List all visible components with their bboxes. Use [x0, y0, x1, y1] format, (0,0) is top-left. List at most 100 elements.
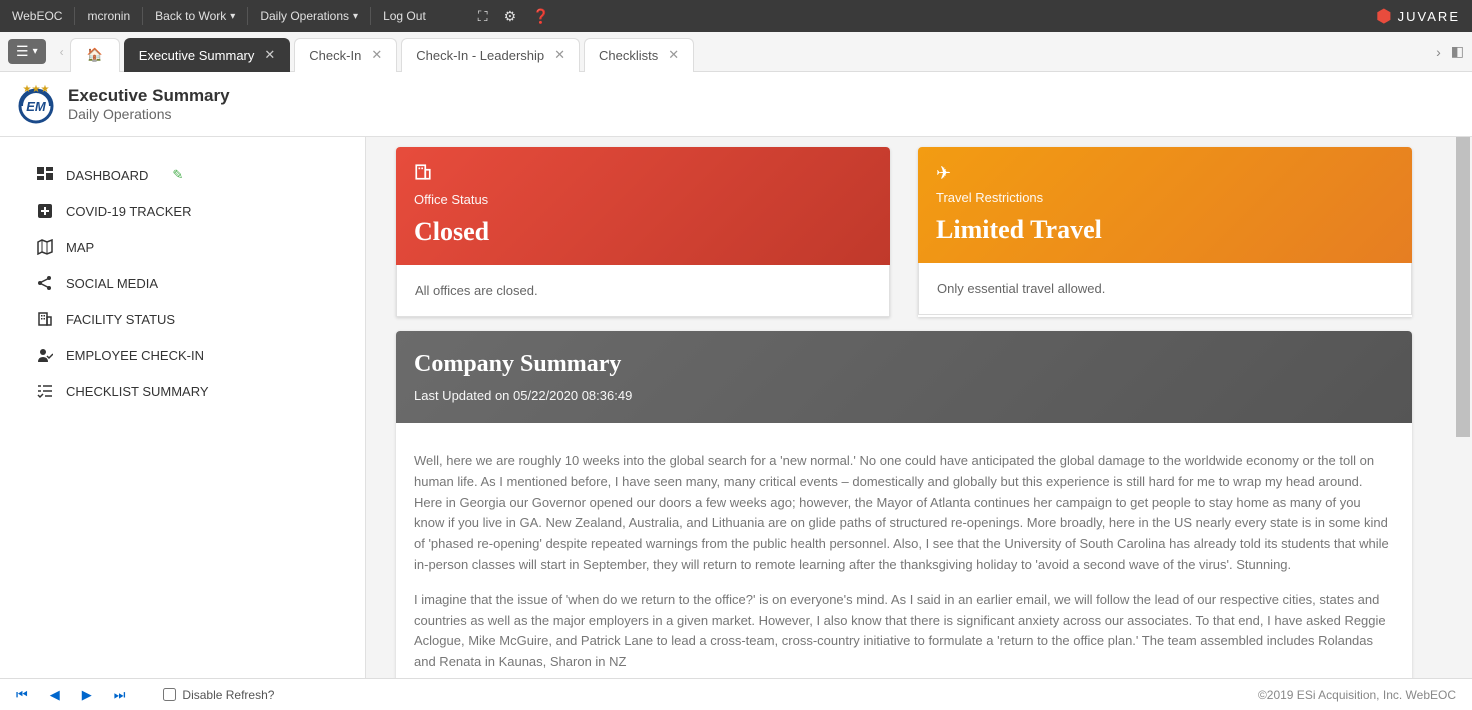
footer: ⏮ ◀ ▶ ⏭ Disable Refresh? ©2019 ESi Acqui…	[0, 678, 1472, 710]
nav-prev-icon[interactable]: ◀	[50, 687, 60, 703]
sidebar-item-map[interactable]: MAP	[36, 229, 365, 265]
topbar-logout[interactable]: Log Out	[371, 7, 438, 25]
tabbar: ☰ ▾ ‹ 🏠 Executive Summary ✕ Check-In ✕ C…	[0, 32, 1472, 72]
tab-label: Executive Summary	[139, 48, 255, 63]
sidebar-item-label: CHECKLIST SUMMARY	[66, 384, 209, 399]
gear-icon[interactable]: ⚙	[504, 8, 517, 25]
disable-refresh-toggle[interactable]: Disable Refresh?	[163, 688, 274, 702]
airplane-icon: ✈	[936, 163, 1394, 184]
topbar-backtowork-label: Back to Work	[155, 9, 226, 23]
edit-icon[interactable]: ✎	[172, 167, 183, 183]
page-title: Executive Summary	[68, 86, 230, 106]
tab-check-in-leadership[interactable]: Check-In - Leadership ✕	[401, 38, 580, 72]
company-summary-body: Well, here we are roughly 10 weeks into …	[396, 423, 1412, 679]
topbar-left: WebEOC mcronin Back to Work ▾ Daily Oper…	[12, 7, 550, 25]
menu-icon: ☰	[16, 43, 29, 60]
office-status-detail: All offices are closed.	[396, 265, 890, 317]
tab-label: Checklists	[599, 48, 658, 63]
scrollbar-thumb[interactable]	[1456, 137, 1470, 437]
tab-checklists[interactable]: Checklists ✕	[584, 38, 694, 72]
topbar-backtowork[interactable]: Back to Work ▾	[143, 7, 248, 25]
footer-copyright: ©2019 ESi Acquisition, Inc. WebEOC	[1258, 688, 1456, 702]
em-logo: EM ★★★	[16, 84, 56, 124]
tabbar-right: › ◧	[1436, 43, 1464, 60]
office-status-label: Office Status	[414, 192, 872, 207]
caret-down-icon: ▾	[230, 11, 235, 22]
sidebar-item-label: FACILITY STATUS	[66, 312, 175, 327]
status-cards-row: Office Status Closed All offices are clo…	[396, 147, 1412, 317]
summary-paragraph-3: I imagine that the issue of 'when do we …	[414, 590, 1394, 673]
travel-restrictions-card: ✈ Travel Restrictions Limited Travel Onl…	[918, 147, 1412, 317]
checklist-icon	[36, 383, 54, 399]
sidebar-item-dashboard[interactable]: DASHBOARD ✎	[36, 157, 365, 193]
topbar-user[interactable]: mcronin	[75, 7, 143, 25]
svg-text:★★★: ★★★	[23, 84, 50, 95]
help-icon[interactable]: ❓	[532, 8, 549, 25]
office-status-header: Office Status Closed	[396, 147, 890, 265]
tab-scroll-left[interactable]: ‹	[54, 45, 70, 59]
company-summary-updated: Last Updated on 05/22/2020 08:36:49	[414, 388, 1394, 403]
share-icon	[36, 275, 54, 291]
map-icon	[36, 239, 54, 255]
travel-restrictions-header: ✈ Travel Restrictions Limited Travel	[918, 147, 1412, 263]
tab-executive-summary[interactable]: Executive Summary ✕	[124, 38, 291, 72]
tab-check-in[interactable]: Check-In ✕	[294, 38, 397, 72]
disable-refresh-checkbox[interactable]	[163, 688, 176, 701]
fullscreen-icon[interactable]: ⛶	[478, 8, 488, 25]
tab-home[interactable]: 🏠	[70, 38, 120, 72]
travel-restrictions-label: Travel Restrictions	[936, 190, 1394, 205]
tab-scroll-right[interactable]: ›	[1436, 44, 1441, 60]
sidebar-item-social[interactable]: SOCIAL MEDIA	[36, 265, 365, 301]
caret-down-icon: ▾	[353, 11, 358, 22]
page-subtitle: Daily Operations	[68, 106, 230, 122]
travel-restrictions-value: Limited Travel	[936, 215, 1394, 245]
topbar-icons: ⛶ ⚙ ❓	[478, 8, 550, 25]
disable-refresh-label: Disable Refresh?	[182, 688, 274, 702]
home-icon: 🏠	[87, 47, 103, 63]
building-icon	[36, 311, 54, 327]
content-wrap: DASHBOARD ✎ COVID-19 TRACKER MAP SOCIAL …	[0, 137, 1472, 679]
topbar: WebEOC mcronin Back to Work ▾ Daily Oper…	[0, 0, 1472, 32]
main-content: Office Status Closed All offices are clo…	[365, 137, 1472, 679]
close-icon[interactable]: ✕	[371, 47, 382, 63]
footer-nav: ⏮ ◀ ▶ ⏭ Disable Refresh?	[16, 687, 274, 703]
office-status-value: Closed	[414, 217, 872, 247]
close-icon[interactable]: ✕	[554, 47, 565, 63]
sidebar-item-facility[interactable]: FACILITY STATUS	[36, 301, 365, 337]
topbar-dailyops[interactable]: Daily Operations ▾	[248, 7, 371, 25]
sidebar-item-employee[interactable]: EMPLOYEE CHECK-IN	[36, 337, 365, 373]
summary-paragraph-2: Here in Georgia our Governor opened our …	[414, 493, 1394, 576]
plus-box-icon	[36, 203, 54, 219]
page-header: EM ★★★ Executive Summary Daily Operation…	[0, 72, 1472, 137]
nav-first-icon[interactable]: ⏮	[16, 687, 28, 703]
person-check-icon	[36, 347, 54, 363]
svg-text:EM: EM	[26, 99, 47, 114]
main-scrollbar[interactable]	[1456, 137, 1470, 679]
juvare-shield-icon: ⬢	[1376, 6, 1392, 27]
tab-label: Check-In - Leadership	[416, 48, 544, 63]
tab-list-icon[interactable]: ◧	[1451, 43, 1464, 60]
sidebar-item-label: DASHBOARD	[66, 168, 148, 183]
close-icon[interactable]: ✕	[668, 47, 679, 63]
topbar-brand: ⬢ JUVARE	[1376, 6, 1460, 27]
topbar-dailyops-label: Daily Operations	[260, 9, 349, 23]
company-summary-card: Company Summary Last Updated on 05/22/20…	[396, 331, 1412, 679]
sidebar-item-covid[interactable]: COVID-19 TRACKER	[36, 193, 365, 229]
sidebar-item-label: COVID-19 TRACKER	[66, 204, 191, 219]
sidebar-item-checklist[interactable]: CHECKLIST SUMMARY	[36, 373, 365, 409]
company-summary-title: Company Summary	[414, 351, 1394, 378]
company-summary-header: Company Summary Last Updated on 05/22/20…	[396, 331, 1412, 423]
menu-button[interactable]: ☰ ▾	[8, 39, 46, 64]
topbar-webeoc[interactable]: WebEOC	[12, 7, 75, 25]
sidebar-item-label: EMPLOYEE CHECK-IN	[66, 348, 204, 363]
page-titles: Executive Summary Daily Operations	[68, 86, 230, 122]
sidebar-item-label: MAP	[66, 240, 94, 255]
travel-restrictions-detail: Only essential travel allowed.	[918, 263, 1412, 315]
close-icon[interactable]: ✕	[264, 47, 275, 63]
summary-paragraph-1: Well, here we are roughly 10 weeks into …	[414, 451, 1394, 493]
nav-last-icon[interactable]: ⏭	[114, 687, 126, 703]
sidebar: DASHBOARD ✎ COVID-19 TRACKER MAP SOCIAL …	[0, 137, 365, 679]
nav-next-icon[interactable]: ▶	[82, 687, 92, 703]
caret-down-icon: ▾	[33, 46, 38, 57]
juvare-logo-text: JUVARE	[1398, 9, 1460, 24]
